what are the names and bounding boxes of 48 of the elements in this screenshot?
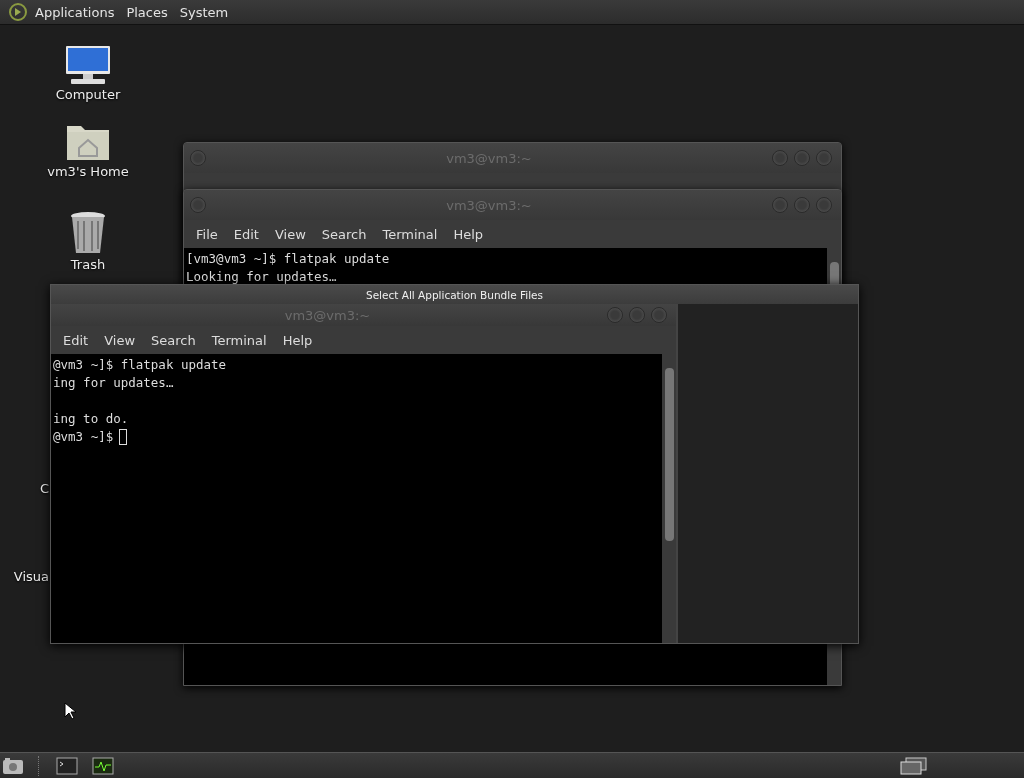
panel-menu[interactable]: Applications <box>30 4 120 20</box>
menu-logo-icon[interactable] <box>8 2 28 22</box>
panel-menu[interactable]: System <box>174 4 234 20</box>
menu-item[interactable]: Edit <box>55 332 97 348</box>
workspace-switcher-icon[interactable] <box>900 757 928 775</box>
close-button[interactable] <box>651 307 667 323</box>
camera-icon[interactable] <box>2 756 24 775</box>
system-monitor-icon[interactable] <box>92 756 114 775</box>
panel-menu[interactable]: Places <box>121 4 173 20</box>
terminal-line: ing for updates… <box>53 374 174 392</box>
terminal-line: [vm3@vm3 ~]$ flatpak update <box>186 250 390 268</box>
desktop-icon-label[interactable]: vm3's Home <box>47 164 129 179</box>
minimize-button[interactable] <box>607 307 623 323</box>
minimize-button[interactable] <box>772 197 788 213</box>
close-button[interactable] <box>816 150 832 166</box>
menu-item[interactable]: Terminal <box>374 226 446 242</box>
trash-icon <box>68 211 108 255</box>
menu-item[interactable]: Help <box>274 332 321 348</box>
maximize-button[interactable] <box>794 150 810 166</box>
menu-item[interactable]: File <box>188 226 226 242</box>
minimize-button[interactable] <box>772 150 788 166</box>
dialog-titlebar[interactable]: Select All Application Bundle Files <box>51 285 858 304</box>
menu-item[interactable]: Search <box>143 332 204 348</box>
menu-item[interactable]: Help <box>445 226 492 242</box>
desktop-icon-label[interactable]: Visua <box>13 569 49 584</box>
terminal-line: Looking for updates… <box>186 268 337 286</box>
terminal-line: @vm3 ~]$ <box>53 428 114 446</box>
dialog-title: Select All Application Bundle Files <box>366 288 543 301</box>
menu-item[interactable]: View <box>266 226 314 242</box>
close-button[interactable] <box>816 197 832 213</box>
maximize-button[interactable] <box>629 307 645 323</box>
computer-icon <box>63 45 113 85</box>
desktop-icon-label[interactable]: C <box>39 481 49 496</box>
menu-item[interactable]: Edit <box>225 226 267 242</box>
menu-item[interactable]: View <box>96 332 144 348</box>
window-menu-button[interactable] <box>190 197 206 213</box>
maximize-button[interactable] <box>794 197 810 213</box>
scrollbar[interactable] <box>662 354 676 643</box>
menu-item[interactable]: Terminal <box>203 332 275 348</box>
terminal-line: @vm3 ~]$ flatpak update <box>53 356 227 374</box>
terminal-line: ing to do. <box>53 410 129 428</box>
desktop-icon-label[interactable]: Trash <box>70 257 106 272</box>
window-menu-button[interactable] <box>190 150 206 166</box>
menu-item[interactable]: Search <box>313 226 375 242</box>
mouse-pointer-icon <box>64 702 76 720</box>
desktop-icon-label[interactable]: Computer <box>55 87 121 102</box>
terminal-icon[interactable] <box>56 756 78 775</box>
terminal-area[interactable]: @vm3 ~]$ flatpak update ing for updates… ing to do. @vm3 ~]$ <box>51 354 676 643</box>
